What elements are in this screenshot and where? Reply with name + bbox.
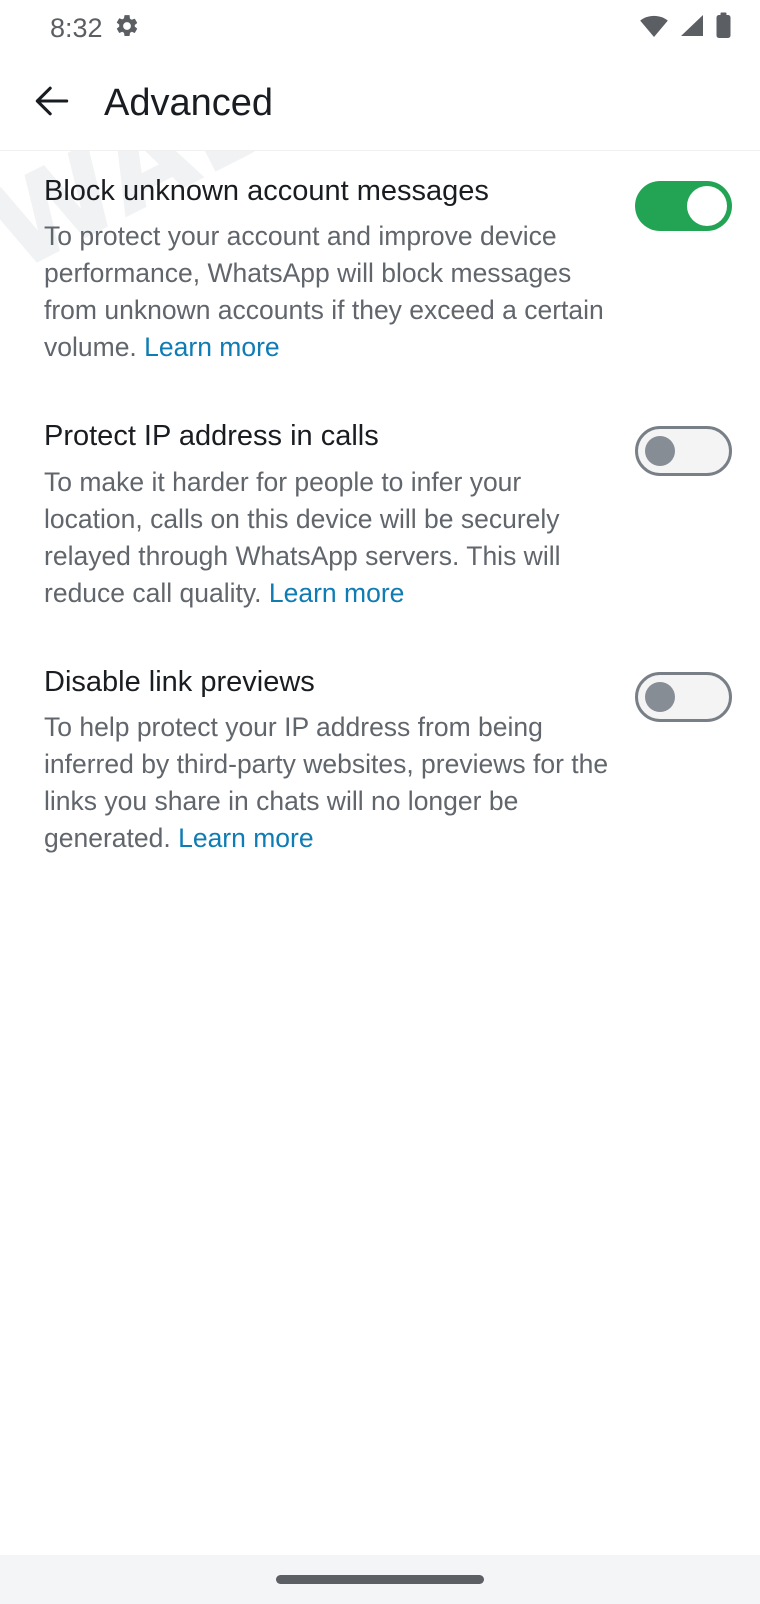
setting-toggle-container	[632, 664, 732, 722]
setting-description: To make it harder for people to infer yo…	[44, 464, 616, 612]
setting-text-group: Disable link previews To help protect yo…	[44, 664, 632, 857]
home-gesture-pill[interactable]	[276, 1575, 484, 1584]
wifi-icon	[639, 13, 669, 44]
setting-row-disable-link-previews[interactable]: Disable link previews To help protect yo…	[0, 664, 760, 857]
app-bar-divider	[0, 150, 760, 151]
setting-description-text: To protect your account and improve devi…	[44, 221, 604, 363]
toggle-knob	[645, 436, 675, 467]
setting-title: Block unknown account messages	[44, 175, 489, 207]
toggle-knob	[645, 681, 675, 712]
setting-toggle-container	[632, 173, 732, 231]
page-title: Advanced	[104, 82, 274, 124]
setting-row-block-unknown-account-messages[interactable]: Block unknown account messages To protec…	[0, 173, 760, 366]
status-bar-right	[639, 12, 732, 44]
setting-row-protect-ip-address-in-calls[interactable]: Protect IP address in calls To make it h…	[0, 418, 760, 611]
cell-signal-icon	[678, 13, 706, 44]
toggle-block-unknown-account-messages[interactable]	[635, 181, 732, 231]
toggle-protect-ip-address-in-calls[interactable]	[635, 426, 732, 477]
status-bar-clock: 8:32	[50, 12, 103, 43]
gear-icon	[114, 13, 140, 44]
setting-title: Protect IP address in calls	[44, 420, 379, 453]
setting-title: Disable link previews	[44, 665, 315, 698]
status-bar-left: 8:32	[50, 13, 140, 44]
setting-text-group: Block unknown account messages To protec…	[44, 173, 632, 366]
settings-list: Block unknown account messages To protec…	[0, 151, 760, 857]
setting-description-text: To help protect your IP address from bei…	[44, 712, 609, 854]
toggle-knob	[687, 186, 727, 226]
battery-icon	[715, 12, 732, 44]
setting-description: To help protect your IP address from bei…	[44, 709, 616, 857]
learn-more-link[interactable]: Learn more	[178, 823, 314, 853]
back-button[interactable]	[26, 77, 78, 129]
toggle-disable-link-previews[interactable]	[635, 671, 732, 722]
learn-more-link[interactable]: Learn more	[144, 332, 280, 362]
app-bar: Advanced	[0, 56, 760, 150]
learn-more-link[interactable]: Learn more	[269, 578, 405, 608]
system-navigation-bar	[0, 1555, 760, 1604]
status-bar: 8:32	[0, 0, 760, 56]
setting-text-group: Protect IP address in calls To make it h…	[44, 418, 632, 611]
setting-toggle-container	[632, 418, 732, 477]
back-arrow-icon	[30, 79, 74, 128]
setting-description: To protect your account and improve devi…	[44, 218, 616, 366]
